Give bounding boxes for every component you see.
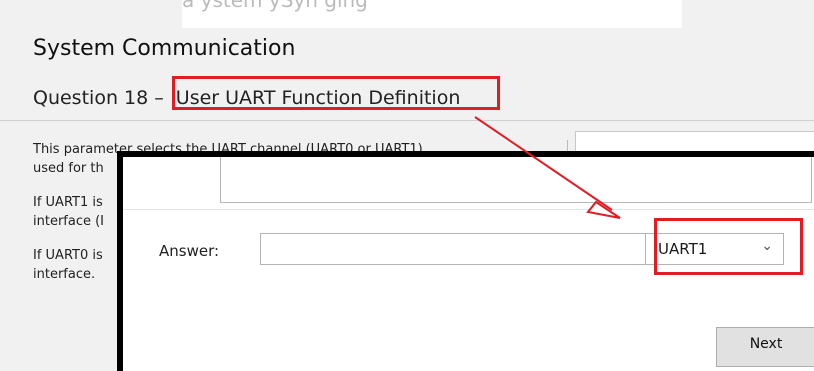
question-title-highlight xyxy=(172,76,500,110)
description-line-4: interface (I xyxy=(33,214,105,229)
answer-input[interactable] xyxy=(260,233,646,265)
cropped-heading-text: a ystem ySyn ging xyxy=(182,0,682,28)
description-line-6: interface. xyxy=(33,267,96,282)
header-divider xyxy=(0,120,814,121)
zoomed-answer-panel: Answer: UART1 ⌄ Next xyxy=(117,151,814,371)
question-number: Question 18 – xyxy=(33,87,164,109)
description-line-5: If UART0 is xyxy=(33,248,103,263)
page-title: System Communication xyxy=(33,36,296,61)
answer-highlight xyxy=(654,218,803,275)
help-textarea[interactable] xyxy=(220,157,812,203)
description-line-2: used for th xyxy=(33,161,104,176)
next-button[interactable]: Next xyxy=(716,327,814,367)
answer-label: Answer: xyxy=(159,242,220,260)
description-line-3: If UART1 is xyxy=(33,195,103,210)
panel-divider xyxy=(123,209,814,210)
